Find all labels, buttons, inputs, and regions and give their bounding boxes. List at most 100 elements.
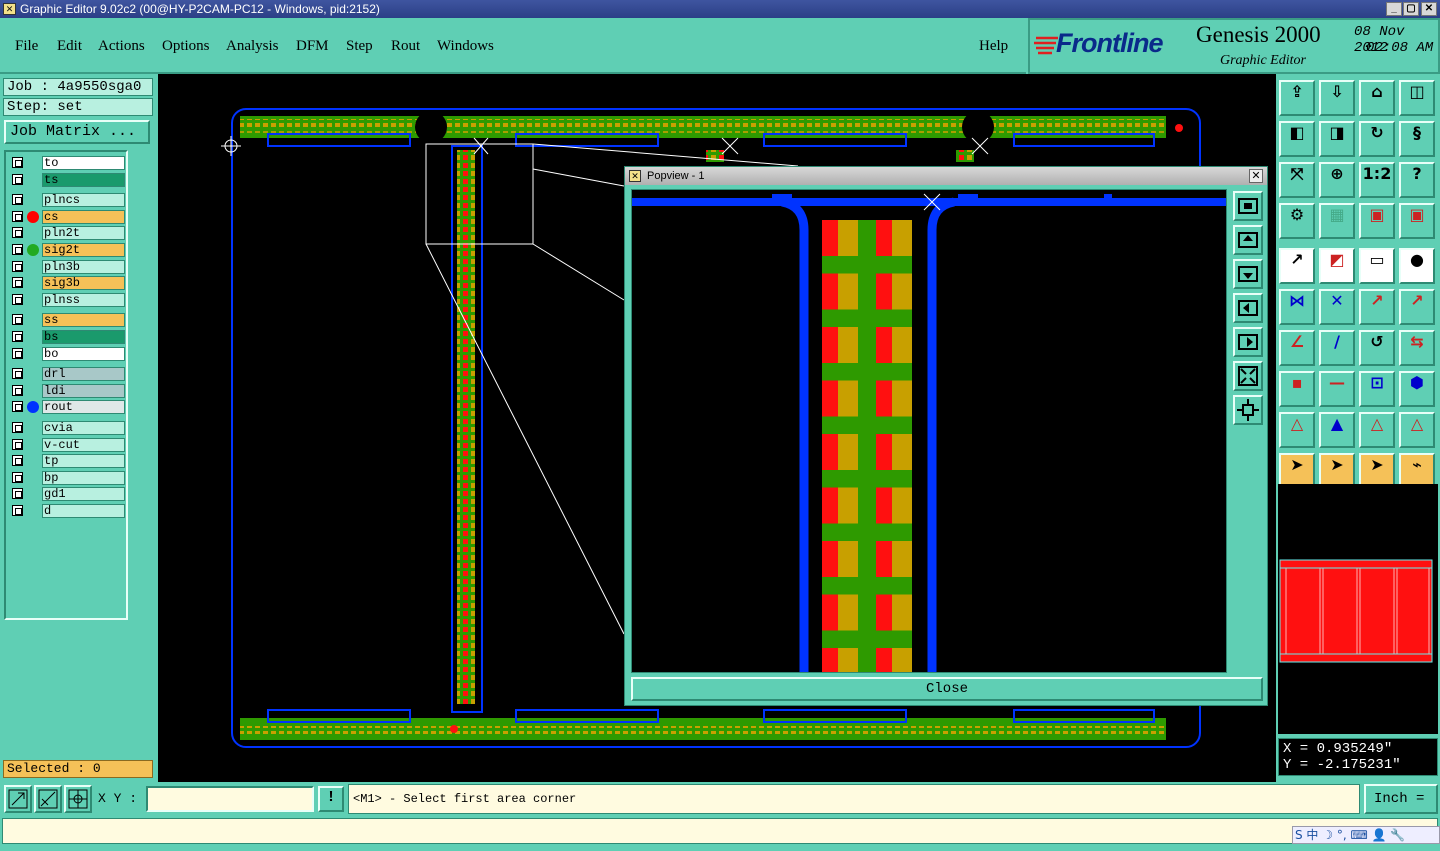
layer-row-ts[interactable]: ts xyxy=(8,172,126,187)
warning-button[interactable]: ! xyxy=(318,786,344,812)
tool-layer-props-2[interactable]: ▣ xyxy=(1399,203,1435,239)
close-window-button[interactable]: ✕ xyxy=(1421,2,1437,16)
popview-tool-6[interactable] xyxy=(1233,361,1263,391)
layer-row-cvia[interactable]: cvia xyxy=(8,421,126,435)
xy-input[interactable] xyxy=(146,786,314,812)
layer-row-v-cut[interactable]: v-cut xyxy=(8,437,126,452)
menu-windows[interactable]: Windows xyxy=(437,38,494,55)
tool-pan-right[interactable]: ◨ xyxy=(1319,121,1355,157)
layer-checkbox[interactable] xyxy=(12,260,23,272)
layer-row-sig2t[interactable]: sig2t xyxy=(8,243,126,257)
tool-one-to-one[interactable]: 1:2 xyxy=(1359,162,1395,198)
layer-name[interactable]: bp xyxy=(42,470,125,485)
tool-triangle-3[interactable]: △ xyxy=(1359,412,1395,448)
tool-move-point[interactable]: ↗ xyxy=(1359,289,1395,325)
tool-pad-tool[interactable]: ● xyxy=(1399,248,1435,284)
tool-settings[interactable]: ⚙ xyxy=(1279,203,1315,239)
layer-name[interactable]: d xyxy=(42,504,125,518)
layer-checkbox[interactable] xyxy=(12,227,23,239)
layer-row-bp[interactable]: bp xyxy=(8,470,126,485)
tool-node-select[interactable]: ⋈ xyxy=(1279,289,1315,325)
tool-zoom-in[interactable]: ⊕ xyxy=(1319,162,1355,198)
layer-checkbox[interactable] xyxy=(12,401,23,413)
popview-tool-3[interactable] xyxy=(1233,259,1263,289)
tool-zoom-window[interactable]: ⇩ xyxy=(1319,80,1355,116)
menu-step[interactable]: Step xyxy=(346,38,373,55)
tool-arc-tool[interactable]: ↺ xyxy=(1359,330,1395,366)
layer-checkbox[interactable] xyxy=(12,488,23,500)
layer-name[interactable]: bo xyxy=(42,346,125,361)
tool-split-view[interactable]: ◫ xyxy=(1399,80,1435,116)
layer-checkbox[interactable] xyxy=(12,173,23,185)
layer-row-drl[interactable]: drl xyxy=(8,367,126,382)
tool-triangle-2[interactable]: ▲ xyxy=(1319,412,1355,448)
layer-row-ss[interactable]: ss xyxy=(8,313,126,328)
layer-row-ldi[interactable]: ldi xyxy=(8,383,126,398)
tool-home[interactable]: ⌂ xyxy=(1359,80,1395,116)
tool-ruler[interactable]: ▭ xyxy=(1359,248,1395,284)
layer-name[interactable]: plncs xyxy=(42,193,125,208)
layer-name[interactable]: cvia xyxy=(42,421,125,435)
menu-edit[interactable]: Edit xyxy=(57,38,82,55)
menu-rout[interactable]: Rout xyxy=(391,38,420,55)
layer-checkbox[interactable] xyxy=(12,244,23,255)
popview-tool-5[interactable] xyxy=(1233,327,1263,357)
layer-checkbox[interactable] xyxy=(12,384,23,396)
layer-checkbox[interactable] xyxy=(12,314,23,326)
layer-name[interactable]: pln2t xyxy=(42,226,125,241)
layer-name[interactable]: v-cut xyxy=(42,437,125,452)
unit-selector[interactable]: Inch = xyxy=(1364,784,1438,814)
tool-flip[interactable]: ↻ xyxy=(1359,121,1395,157)
tool-route[interactable]: § xyxy=(1399,121,1435,157)
tool-home-view[interactable]: ⇪ xyxy=(1279,80,1315,116)
layer-checkbox[interactable] xyxy=(12,438,23,450)
layer-checkbox[interactable] xyxy=(12,157,23,168)
layer-checkbox[interactable] xyxy=(12,505,23,516)
menu-dfm[interactable]: DFM xyxy=(296,38,329,55)
layer-name[interactable]: plnss xyxy=(42,292,125,307)
layer-checkbox[interactable] xyxy=(12,194,23,206)
layer-name[interactable]: to xyxy=(42,156,125,170)
layer-name[interactable]: sig3b xyxy=(42,276,125,291)
tool-measure[interactable]: — xyxy=(1319,371,1355,407)
popview-tool-7[interactable] xyxy=(1233,395,1263,425)
maximize-button[interactable]: ▢ xyxy=(1403,2,1419,16)
tool-triangle-1[interactable]: △ xyxy=(1279,412,1315,448)
tool-snap-red[interactable]: ▪ xyxy=(1279,371,1315,407)
snap-tool-2[interactable] xyxy=(34,785,62,813)
layer-name[interactable]: ldi xyxy=(42,383,125,398)
layer-checkbox[interactable] xyxy=(12,422,23,433)
layer-name[interactable]: pln3b xyxy=(42,259,125,274)
popview-close-icon[interactable]: ✕ xyxy=(1249,169,1263,183)
tool-slope[interactable]: ∠ xyxy=(1279,330,1315,366)
layer-checkbox[interactable] xyxy=(12,455,23,467)
layer-row-tp[interactable]: tp xyxy=(8,454,126,469)
menu-help[interactable]: Help xyxy=(979,38,1008,55)
tool-draw-line[interactable]: ◩ xyxy=(1319,248,1355,284)
layer-name[interactable]: ss xyxy=(42,313,125,328)
menu-file[interactable]: File xyxy=(15,38,38,55)
layer-name[interactable]: drl xyxy=(42,367,125,382)
layer-name[interactable]: ts xyxy=(42,172,125,187)
tool-move-point-2[interactable]: ↗ xyxy=(1399,289,1435,325)
job-matrix-button[interactable]: Job Matrix ... xyxy=(4,120,150,144)
layer-row-d[interactable]: d xyxy=(8,504,126,518)
tool-grid[interactable]: ▦ xyxy=(1319,203,1355,239)
layer-checkbox[interactable] xyxy=(12,293,23,305)
layer-name[interactable]: sig2t xyxy=(42,243,125,257)
popview-tool-2[interactable] xyxy=(1233,225,1263,255)
snap-tool-3[interactable] xyxy=(64,785,92,813)
layer-checkbox[interactable] xyxy=(12,471,23,483)
menu-actions[interactable]: Actions xyxy=(98,38,145,55)
tool-shape[interactable]: ⬢ xyxy=(1399,371,1435,407)
layer-checkbox[interactable] xyxy=(12,210,23,222)
layer-name[interactable]: bs xyxy=(42,330,125,344)
popview-tool-1[interactable] xyxy=(1233,191,1263,221)
ime-toolbar[interactable]: S 中 ☽ °, ⌨ 👤 🔧 xyxy=(1292,826,1440,844)
layer-row-gd1[interactable]: gd1 xyxy=(8,487,126,502)
layer-row-bs[interactable]: bs xyxy=(8,330,126,344)
tool-text-flip[interactable]: ⇆ xyxy=(1399,330,1435,366)
tool-range[interactable]: ⊡ xyxy=(1359,371,1395,407)
popview-close-button[interactable]: Close xyxy=(631,677,1263,701)
tool-triangle-4[interactable]: △ xyxy=(1399,412,1435,448)
